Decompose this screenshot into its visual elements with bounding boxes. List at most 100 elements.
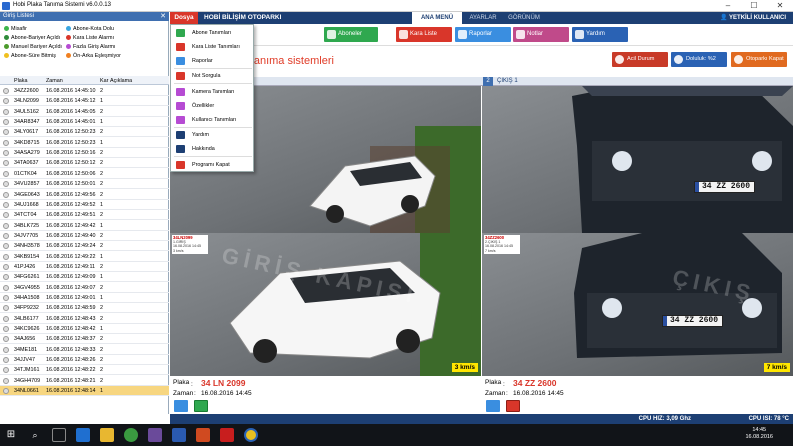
status-button-2[interactable]: Otoparkı Kapat [731,52,787,67]
chrome-icon[interactable] [124,428,138,442]
table-row[interactable]: 34LY0617 16.08.2016 12:50:23 2 [0,127,169,138]
app-icon-2[interactable] [148,428,162,442]
powerpoint-icon[interactable] [196,428,210,442]
row-radio[interactable] [3,253,9,260]
row-radio[interactable] [3,346,9,353]
row-radio[interactable] [3,263,9,270]
table-row[interactable]: 34LN2099 16.08.2016 14:45:12 1 [0,96,169,107]
row-radio[interactable] [3,98,9,105]
table-row[interactable]: 34GH4709 16.08.2016 12:48:21 2 [0,376,169,386]
toolbar-button-3[interactable]: Notlar [513,27,569,42]
menu-item[interactable]: Kullanıcı Tanımları [171,113,255,127]
row-radio[interactable] [3,357,9,364]
camera-1-capture-button[interactable] [194,400,208,412]
table-row[interactable]: 34JJV47 16.08.2016 12:48:26 2 [0,355,169,366]
table-row[interactable]: 34BLK725 16.08.2016 12:49:42 1 [0,221,169,231]
table-row[interactable]: 34TJM161 16.08.2016 12:48:22 2 [0,365,169,376]
camera-1-view-bottom[interactable]: GİRİŞ KAPISI 34LN2099 1.GİRİŞ 16.08.2016… [170,233,481,376]
row-radio[interactable] [3,191,9,198]
user-label[interactable]: 👤 YETKİLİ KULLANICI [720,12,786,24]
table-row[interactable]: 34VU2857 16.08.2016 12:50:01 2 [0,179,169,190]
row-radio[interactable] [3,108,9,115]
toolbar-button-2[interactable]: Raporlar [455,27,511,42]
table-row[interactable]: 34ASA279 16.08.2016 12:50:16 2 [0,148,169,159]
menu-item[interactable]: Kara Liste Tanımları [171,40,255,54]
explorer-icon[interactable] [100,428,114,442]
table-row[interactable]: 34KB9154 16.08.2016 12:49:22 1 [0,252,169,262]
minimize-button[interactable]: – [715,0,741,12]
edge-icon[interactable] [76,428,90,442]
panel-pin-icon[interactable]: ✕ [160,12,166,20]
row-radio[interactable] [3,150,9,157]
row-radio[interactable] [3,222,9,229]
menu-item[interactable]: Özellikler [171,99,255,113]
table-row[interactable]: 34ME181 16.08.2016 12:48:33 2 [0,345,169,355]
camera-2-view-top[interactable]: 34 ZZ 2600 [482,86,793,233]
row-radio[interactable] [3,336,9,343]
camera-1-list-button[interactable] [174,400,188,412]
table-row[interactable]: 34FP9232 16.08.2016 12:48:59 2 [0,303,169,314]
row-radio[interactable] [3,232,9,239]
status-button-1[interactable]: Doluluk: %2 [671,52,727,67]
status-button-0[interactable]: Acil Durum [612,52,668,67]
menu-item[interactable]: Abone Tanımları [171,26,255,40]
row-radio[interactable] [3,88,9,94]
row-radio[interactable] [3,119,9,126]
row-radio[interactable] [3,305,9,312]
word-icon[interactable] [172,428,186,442]
table-row[interactable]: 34JV7705 16.08.2016 12:49:40 2 [0,231,169,241]
table-row[interactable]: 34AR8347 16.08.2016 14:45:01 1 [0,117,169,128]
row-radio[interactable] [3,201,9,208]
table-row[interactable]: 34GV4955 16.08.2016 12:49:07 2 [0,283,169,293]
table-row[interactable]: 34KD8715 16.08.2016 12:50:23 1 [0,138,169,148]
file-menu-button[interactable]: Dosya [170,12,198,24]
table-row[interactable]: 34GE0643 16.08.2016 12:49:56 2 [0,190,169,200]
table-row[interactable]: 41PJ426 16.08.2016 12:49:11 2 [0,262,169,272]
col-desc[interactable]: Açıklama [110,78,132,84]
table-row[interactable]: 01CTK04 16.08.2016 12:50:06 2 [0,169,169,179]
row-radio[interactable] [3,170,9,177]
row-radio[interactable] [3,181,9,188]
menu-item[interactable]: Raporlar [171,54,255,68]
col-kar[interactable]: Kar [100,78,108,84]
toolbar-button-1[interactable]: Kara Liste [396,27,452,42]
col-time[interactable]: Zaman [46,78,63,84]
row-radio[interactable] [3,139,9,146]
table-row[interactable]: 34TCT04 16.08.2016 12:49:51 2 [0,210,169,221]
close-button[interactable]: ✕ [767,0,793,12]
menu-item[interactable]: Kamera Tanımları [171,85,255,99]
row-radio[interactable] [3,295,9,301]
camera-2-capture-button[interactable] [506,400,520,412]
row-radio[interactable] [3,367,9,374]
table-row[interactable]: 34AJ656 16.08.2016 12:48:37 2 [0,334,169,345]
acrobat-icon[interactable] [220,428,234,442]
taskbar-clock[interactable]: 14:45 16.08.2016 [745,427,773,441]
table-row[interactable]: 34HA1508 16.08.2016 12:49:01 1 [0,293,169,303]
start-icon[interactable]: ⊞ [4,428,18,442]
row-radio[interactable] [3,326,9,333]
tab-ana-menu[interactable]: ANA MENÜ [412,12,462,24]
table-row[interactable]: 34KC9626 16.08.2016 12:48:42 1 [0,324,169,335]
row-radio[interactable] [3,129,9,136]
row-radio[interactable] [3,274,9,281]
camera-2-view-bottom[interactable]: ÇIKIŞ 34ZZ2600 2.ÇIKIŞ 1 16.08.2016 14:4… [482,233,793,376]
row-radio[interactable] [3,377,9,384]
toolbar-button-4[interactable]: Yardım [572,27,628,42]
row-radio[interactable] [3,160,9,167]
row-radio[interactable] [3,315,9,322]
table-row[interactable]: 34TA0637 16.08.2016 12:50:12 2 [0,158,169,169]
table-row[interactable]: 34ZZ2600 16.08.2016 14:45:10 2 [0,86,169,96]
row-radio[interactable] [3,388,9,395]
table-row[interactable]: 34FG6261 16.08.2016 12:49:09 1 [0,272,169,283]
row-radio[interactable] [3,212,9,219]
tab-gorunum[interactable]: GÖRÜNÜM [502,12,546,24]
menu-item[interactable]: Programı Kapat [171,158,255,172]
maximize-button[interactable]: ☐ [741,0,767,12]
table-row[interactable]: 34NL0661 16.08.2016 12:48:14 1 [0,386,169,397]
tab-ayarlar[interactable]: AYARLAR [464,12,502,24]
search-icon[interactable]: ⌕ [28,428,42,442]
menu-item[interactable]: Not Sorgula [171,69,255,83]
menu-item[interactable]: Hakkında [171,142,255,156]
menu-item[interactable]: Yardım [171,128,255,142]
plate-app-icon[interactable] [244,428,258,442]
